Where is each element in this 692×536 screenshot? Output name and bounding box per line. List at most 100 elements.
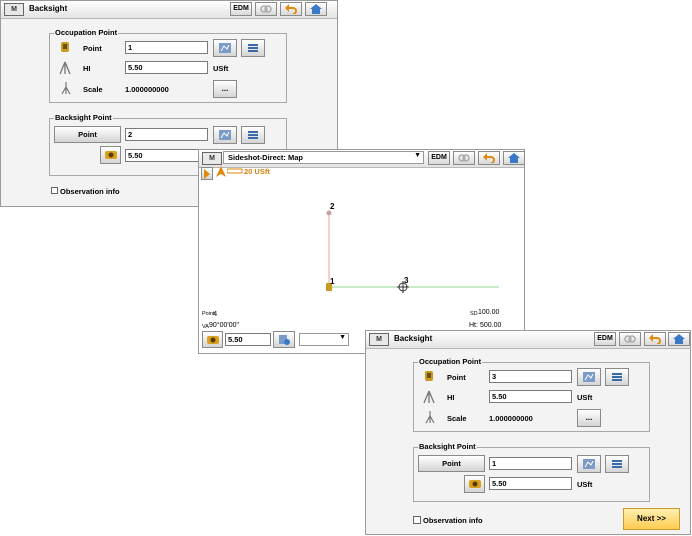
app-menu-icon[interactable]: M xyxy=(202,152,222,165)
scale-more-button[interactable]: ... xyxy=(577,409,601,427)
point-1-label: 1 xyxy=(330,277,335,286)
point-2-label: 2 xyxy=(330,202,335,211)
gps-receiver-icon xyxy=(425,371,433,381)
edm-button[interactable]: EDM xyxy=(428,151,450,165)
height-input[interactable]: 5.50 xyxy=(225,333,271,346)
next-button[interactable]: Next >> xyxy=(623,508,680,530)
code-dropdown[interactable]: ▼ xyxy=(299,333,349,346)
scale-bar-icon xyxy=(227,168,243,174)
prism-icon xyxy=(104,151,117,159)
edm-button[interactable]: EDM xyxy=(230,2,252,16)
list-select-button[interactable] xyxy=(605,368,629,386)
prism-button[interactable] xyxy=(464,475,485,493)
hi-unit: USft xyxy=(213,64,229,73)
home-button[interactable] xyxy=(668,332,690,346)
list-icon xyxy=(612,373,622,381)
window-title: Backsight xyxy=(29,4,68,13)
group-title: Occupation Point xyxy=(418,357,483,366)
backsight-point-input[interactable]: 1 xyxy=(489,457,572,470)
observation-info-checkbox[interactable] xyxy=(413,516,421,524)
hi-unit: USft xyxy=(577,393,593,402)
point-3-label: 3 xyxy=(404,276,409,285)
home-button[interactable] xyxy=(305,2,327,16)
north-arrow-icon xyxy=(216,166,226,177)
list-icon xyxy=(248,131,258,139)
title-bar: M Sideshot-Direct: Map ▼ EDM xyxy=(199,150,525,168)
edm-button[interactable]: EDM xyxy=(594,332,616,346)
backsight-height-input[interactable]: 5.50 xyxy=(489,477,572,490)
link-button[interactable] xyxy=(255,2,277,16)
backsight-list-button[interactable] xyxy=(241,126,265,144)
backsight-point-button[interactable]: Point xyxy=(418,455,485,472)
link-button[interactable] xyxy=(453,151,475,165)
prism-icon xyxy=(206,336,219,344)
group-title: Backsight Point xyxy=(54,113,113,122)
chevron-down-icon: ▼ xyxy=(414,152,421,159)
tripod-icon xyxy=(423,390,435,404)
view-dropdown-value: Sideshot-Direct: Map xyxy=(228,153,304,162)
list-icon xyxy=(248,44,258,52)
sd-value: 100.00 xyxy=(478,309,500,316)
hi-label: HI xyxy=(83,64,91,73)
expand-panel-button[interactable] xyxy=(201,167,213,180)
home-button[interactable] xyxy=(503,151,525,165)
map-select-button[interactable] xyxy=(213,39,237,57)
scale-bar-text: 20 USft xyxy=(244,167,270,176)
home-icon xyxy=(310,4,322,14)
ht-label: Ht: xyxy=(469,322,478,329)
undo-button[interactable] xyxy=(478,151,500,165)
app-menu-icon[interactable]: M xyxy=(369,333,389,346)
prism-button[interactable] xyxy=(202,331,223,348)
map-icon xyxy=(583,372,595,382)
scale-value: 1.000000000 xyxy=(489,414,533,423)
sideshot-map-window: M Sideshot-Direct: Map ▼ EDM 20 USft 2 1… xyxy=(198,149,525,354)
view-dropdown[interactable]: Sideshot-Direct: Map ▼ xyxy=(223,151,424,164)
va-value: 90°00'00" xyxy=(209,322,239,329)
list-icon xyxy=(612,460,622,468)
hi-label: HI xyxy=(447,393,455,402)
hi-input[interactable]: 5.50 xyxy=(489,390,572,403)
backsight-map-button[interactable] xyxy=(213,126,237,144)
title-bar: M Backsight EDM xyxy=(366,331,690,349)
map-icon xyxy=(219,130,231,140)
point-readout-value: 4 xyxy=(213,309,218,318)
backsight-point-button[interactable]: Point xyxy=(54,126,121,143)
backsight-point-input[interactable]: 2 xyxy=(125,128,208,141)
observation-info-label: Observation info xyxy=(423,516,483,525)
va-label: VA xyxy=(202,324,209,330)
store-icon xyxy=(279,335,290,345)
link-icon xyxy=(458,154,470,162)
backsight-height-unit: USft xyxy=(577,480,593,489)
list-select-button[interactable] xyxy=(241,39,265,57)
observation-info-checkbox[interactable] xyxy=(51,187,58,194)
map-icon xyxy=(219,43,231,53)
group-title: Occupation Point xyxy=(54,28,119,37)
backsight-map-button[interactable] xyxy=(577,455,601,473)
scale-more-button[interactable]: ... xyxy=(213,80,237,98)
link-icon xyxy=(260,5,272,13)
point-input[interactable]: 1 xyxy=(125,41,208,54)
prism-button[interactable] xyxy=(100,146,121,164)
undo-icon xyxy=(483,153,495,163)
home-icon xyxy=(508,153,520,163)
backsight-height-input[interactable]: 5.50 xyxy=(125,149,199,162)
scale-label: Scale xyxy=(447,414,467,423)
group-title: Backsight Point xyxy=(418,442,477,451)
undo-icon xyxy=(649,334,661,344)
store-point-button[interactable] xyxy=(273,331,295,348)
hi-input[interactable]: 5.50 xyxy=(125,61,208,74)
backsight-window-3: M Backsight EDM Occupation Point Point 3… xyxy=(365,330,691,535)
map-icon xyxy=(583,459,595,469)
app-menu-icon[interactable]: M xyxy=(4,3,24,16)
point-input[interactable]: 3 xyxy=(489,370,572,383)
gps-receiver-icon xyxy=(61,42,69,52)
undo-button[interactable] xyxy=(280,2,302,16)
undo-icon xyxy=(285,4,297,14)
map-select-button[interactable] xyxy=(577,368,601,386)
undo-button[interactable] xyxy=(644,332,666,346)
observation-info-label: Observation info xyxy=(60,187,120,196)
prism-icon xyxy=(468,480,481,488)
link-button[interactable] xyxy=(619,332,641,346)
map-canvas[interactable] xyxy=(199,180,499,305)
backsight-list-button[interactable] xyxy=(605,455,629,473)
